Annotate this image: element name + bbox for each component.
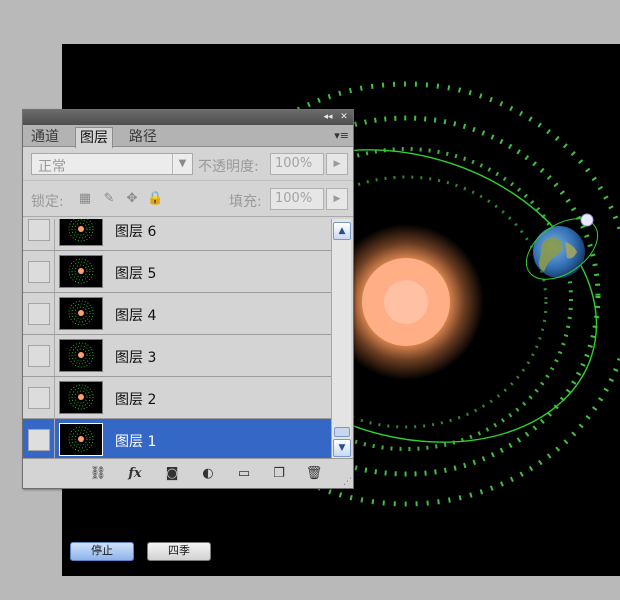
layer-list-scrollbar[interactable]: ▲ ▼: [331, 219, 351, 459]
chevron-down-icon[interactable]: ▼: [172, 154, 192, 174]
fill-label: 填充:: [229, 194, 262, 210]
layer-list[interactable]: 图层 6 图层 5 图层 4 图层 3 图层 2 图层 1: [23, 219, 331, 459]
resize-grip-icon[interactable]: ⋰: [343, 477, 352, 487]
scroll-down-icon[interactable]: ▼: [333, 439, 351, 457]
layer-row[interactable]: 图层 4: [23, 293, 331, 335]
thumbnail-sun: [78, 436, 84, 442]
seasons-button[interactable]: 四季: [147, 542, 211, 561]
opacity-label: 不透明度:: [198, 159, 259, 175]
thumbnail-artwork: [68, 426, 94, 452]
layer-name: 图层 4: [115, 308, 157, 324]
panel-footer: ⛓ fx ◙ ◐ ▭ ❐ 🗑 ⋰: [23, 458, 353, 488]
layer-name: 图层 6: [115, 224, 157, 240]
tab-paths[interactable]: 路径: [125, 127, 161, 147]
visibility-eye-icon[interactable]: [28, 303, 50, 325]
fx-icon[interactable]: fx: [124, 464, 146, 484]
layer-name: 图层 5: [115, 266, 157, 282]
visibility-eye-icon[interactable]: [28, 429, 50, 451]
link-icon[interactable]: ⛓: [87, 464, 109, 484]
opacity-input[interactable]: 100%: [270, 153, 324, 175]
scroll-thumb[interactable]: [334, 427, 350, 437]
thumbnail-sun: [78, 268, 84, 274]
fill-slider-icon[interactable]: ▶: [326, 188, 348, 210]
layer-name: 图层 3: [115, 350, 157, 366]
layer-thumbnail: [59, 297, 103, 330]
layer-name: 图层 1: [115, 434, 157, 450]
thumbnail-sun: [78, 226, 84, 232]
moon: [580, 213, 594, 227]
blend-row: 正常 ▼ 不透明度: 100% ▶: [23, 147, 353, 181]
visibility-eye-icon[interactable]: [28, 345, 50, 367]
layer-thumbnail: [59, 423, 103, 456]
thumbnail-sun: [78, 394, 84, 400]
stop-button[interactable]: 停止: [70, 542, 134, 561]
panel-tabs: 通道 图层 路径 ▾≡: [23, 125, 353, 148]
panel-menu-icon[interactable]: ▾≡: [334, 129, 349, 142]
thumbnail-artwork: [68, 258, 94, 284]
adjustment-layer-icon[interactable]: ◐: [197, 464, 219, 484]
blend-mode-value: 正常: [38, 159, 66, 175]
visibility-eye-icon[interactable]: [28, 387, 50, 409]
layer-row[interactable]: 图层 3: [23, 335, 331, 377]
lock-all-icon[interactable]: 🔒: [147, 191, 163, 207]
layer-row-selected[interactable]: 图层 1: [23, 419, 331, 459]
lock-label: 锁定:: [31, 194, 64, 210]
lock-transparency-icon[interactable]: ▦: [77, 191, 93, 207]
visibility-eye-icon[interactable]: [28, 261, 50, 283]
panel-titlebar[interactable]: ◂◂ ✕: [23, 110, 353, 125]
layer-thumbnail: [59, 339, 103, 372]
thumbnail-artwork: [68, 219, 94, 242]
layer-name: 图层 2: [115, 392, 157, 408]
scroll-up-icon[interactable]: ▲: [333, 222, 351, 240]
thumbnail-sun: [78, 310, 84, 316]
layer-thumbnail: [59, 381, 103, 414]
fill-input[interactable]: 100%: [270, 188, 324, 210]
lock-move-icon[interactable]: ✥: [124, 191, 140, 207]
visibility-eye-icon[interactable]: [28, 219, 50, 241]
thumbnail-artwork: [68, 384, 94, 410]
folder-icon[interactable]: ▭: [233, 464, 255, 484]
new-layer-icon[interactable]: ❐: [268, 464, 290, 484]
tab-layers[interactable]: 图层: [75, 127, 113, 148]
layer-row[interactable]: 图层 5: [23, 251, 331, 293]
opacity-slider-icon[interactable]: ▶: [326, 153, 348, 175]
lock-row: 锁定: ▦ ✎ ✥ 🔒 填充: 100% ▶: [23, 181, 353, 217]
lock-brush-icon[interactable]: ✎: [101, 191, 117, 207]
layer-mask-icon[interactable]: ◙: [161, 464, 183, 484]
layer-thumbnail: [59, 255, 103, 288]
layer-row[interactable]: 图层 6: [23, 219, 331, 251]
trash-icon[interactable]: 🗑: [303, 464, 325, 484]
layer-thumbnail: [59, 219, 103, 246]
thumbnail-artwork: [68, 342, 94, 368]
layer-row[interactable]: 图层 2: [23, 377, 331, 419]
thumbnail-sun: [78, 352, 84, 358]
collapse-panel-icon[interactable]: ◂◂: [321, 111, 335, 123]
close-panel-icon[interactable]: ✕: [337, 111, 351, 123]
tab-channels[interactable]: 通道: [27, 127, 63, 147]
layers-panel: ◂◂ ✕ 通道 图层 路径 ▾≡ 正常 ▼ 不透明度: 100% ▶ 锁定: ▦…: [22, 109, 354, 489]
thumbnail-artwork: [68, 300, 94, 326]
blend-mode-select[interactable]: 正常 ▼: [31, 153, 193, 175]
